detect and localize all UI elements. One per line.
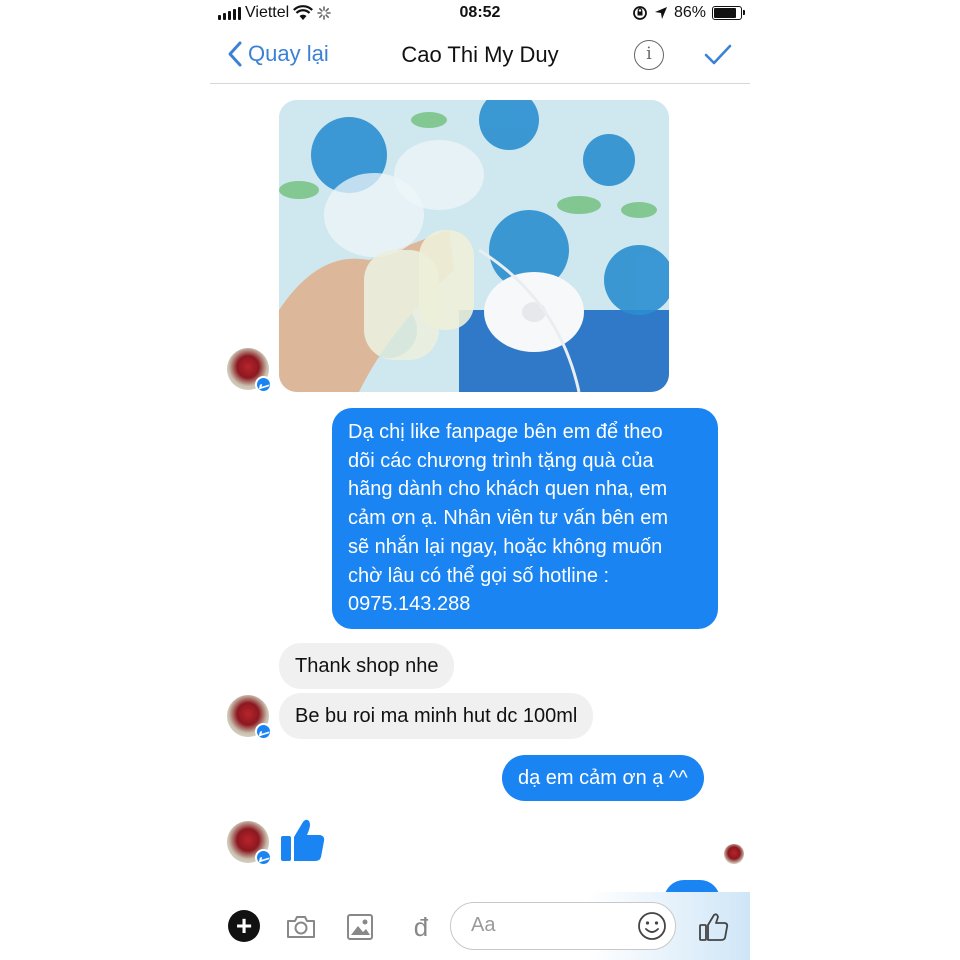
payment-icon[interactable]: đ [404,910,438,944]
battery-icon [712,6,745,20]
navigation-bar: Quay lại Cao Thi My Duy i [210,28,750,84]
emoji-icon[interactable] [637,911,667,941]
status-bar: Viettel 08:52 86% [210,0,750,28]
battery-percent: 86% [673,4,706,21]
contact-avatar[interactable] [227,695,272,740]
orientation-lock-icon [633,6,647,20]
message-input[interactable]: Aa [450,902,676,950]
gallery-icon[interactable] [344,910,378,944]
outgoing-message[interactable]: Dạ chị like fanpage bên em để theo dõi c… [332,408,718,629]
contact-avatar[interactable] [227,821,272,866]
messenger-badge-icon [255,723,272,740]
battery-level [714,8,737,18]
messenger-badge-icon [255,376,272,393]
incoming-message[interactable]: Thank shop nhe [279,643,455,689]
message-line: sẽ nhắn lại ngay, hoặc không muốn [348,535,663,558]
message-composer: + đ Aa [210,892,750,960]
shared-photo[interactable] [279,100,669,392]
message-line: cảm ơn ạ. Nhân viên tư vấn bên em [348,507,668,530]
location-arrow-icon [654,7,667,19]
message-line: chờ lâu có thể gọi số hotline : [348,564,610,587]
add-button[interactable]: + [228,910,260,942]
thumbs-up-sticker-icon[interactable] [278,816,328,866]
breast-pump-photo [279,100,669,392]
message-line: dõi các chương trình tặng quà của [348,449,654,472]
like-button-icon[interactable] [696,910,730,944]
messenger-screen: Viettel 08:52 86% Quay lại Cao Thi My Du… [210,0,750,960]
info-button[interactable]: i [634,40,664,70]
message-line: Dạ chị like fanpage bên em để theo [348,421,663,443]
message-input-placeholder: Aa [471,914,496,936]
checkmark-button[interactable] [702,38,734,70]
seen-avatar [724,844,744,864]
message-line: 0975.143.288 [348,593,471,616]
conversation-title: Cao Thi My Duy [401,42,559,67]
contact-avatar[interactable] [227,348,272,393]
message-line: hãng dành cho khách quen nha, em [348,478,668,501]
messenger-badge-icon [255,849,272,866]
status-right: 86% [632,4,745,22]
incoming-message[interactable]: Be bu roi ma minh hut dc 100ml [279,693,594,739]
outgoing-message[interactable]: dạ em cảm ơn ạ ^^ [502,755,704,801]
camera-icon[interactable] [284,910,318,944]
